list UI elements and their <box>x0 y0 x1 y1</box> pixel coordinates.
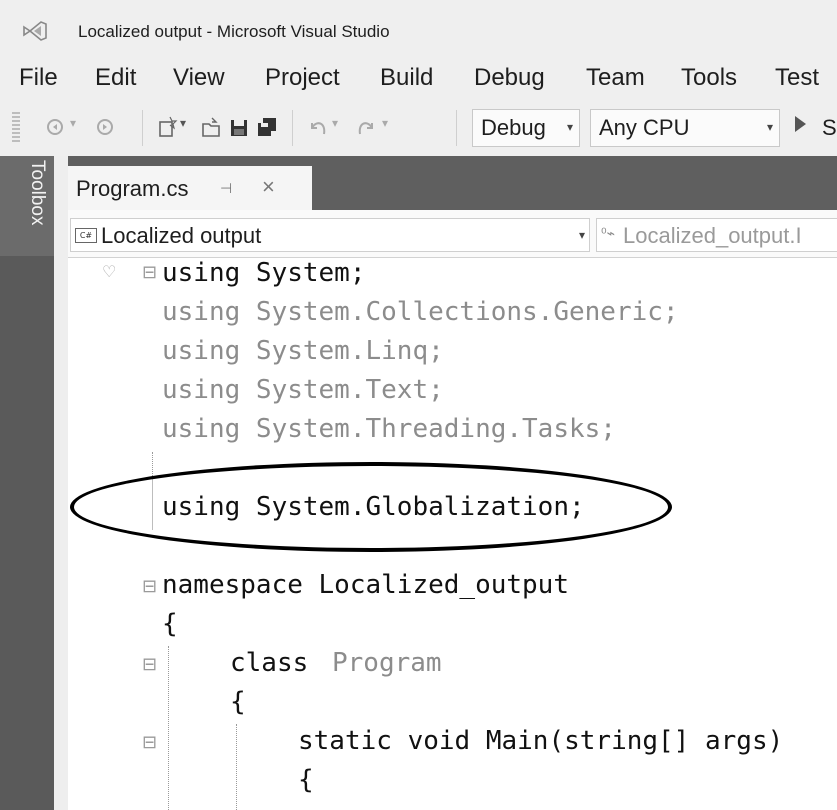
configuration-select[interactable]: Debug ▾ <box>472 109 580 147</box>
collapse-icon[interactable]: ⊟ <box>142 262 157 283</box>
configuration-value: Debug <box>481 115 546 140</box>
project-selector-value: Localized output <box>101 223 262 248</box>
member-selector[interactable]: ⁰⌁ Localized_output.I <box>596 218 837 252</box>
toolbar-separator <box>456 110 457 146</box>
code-line-10: { <box>162 609 178 639</box>
code-line-11-name: Program <box>332 648 442 678</box>
back-dropdown-icon[interactable]: ▾ <box>70 116 92 142</box>
redo-icon[interactable] <box>356 114 378 140</box>
chevron-down-icon: ▾ <box>579 228 586 242</box>
chevron-down-icon: ▾ <box>766 120 773 134</box>
visual-studio-logo-icon <box>23 21 47 41</box>
toolbar-separator <box>292 110 293 146</box>
menu-view[interactable]: View <box>173 64 225 92</box>
start-button-label[interactable]: S <box>822 115 837 141</box>
menu-bar: File Edit View Project Build Debug Team … <box>0 58 837 100</box>
code-line-4: using System.Text; <box>162 375 444 405</box>
forward-icon[interactable] <box>94 114 116 140</box>
code-line-1: using System; <box>162 258 366 288</box>
csharp-project-icon: C# <box>75 228 97 243</box>
menu-edit[interactable]: Edit <box>95 64 136 92</box>
toolbox-tab-label[interactable]: Toolbox <box>8 160 48 250</box>
indent-guide <box>168 646 169 810</box>
menu-team[interactable]: Team <box>586 64 645 92</box>
save-all-icon[interactable] <box>256 114 278 140</box>
new-project-icon[interactable] <box>156 114 178 140</box>
platform-value: Any CPU <box>599 115 690 140</box>
collapse-icon[interactable]: ⊟ <box>142 654 157 675</box>
title-bar: Localized output - Microsoft Visual Stud… <box>0 0 837 58</box>
save-icon[interactable] <box>228 114 250 140</box>
code-line-9: namespace Localized_output <box>162 570 569 600</box>
lightbulb-icon[interactable]: ♡ <box>102 262 116 282</box>
toolbar-separator <box>142 110 143 146</box>
platform-select[interactable]: Any CPU ▾ <box>590 109 780 147</box>
code-line-2: using System.Collections.Generic; <box>162 297 679 327</box>
highlight-ellipse <box>70 462 672 552</box>
code-line-3: using System.Linq; <box>162 336 444 366</box>
code-line-5: using System.Threading.Tasks; <box>162 414 616 444</box>
navigation-bar: C# Localized output ▾ ⁰⌁ Localized_outpu… <box>68 210 837 258</box>
member-selector-value: Localized_output.I <box>623 223 802 248</box>
project-selector[interactable]: C# Localized output ▾ <box>70 218 590 252</box>
redo-dropdown-icon[interactable]: ▾ <box>382 116 404 142</box>
dock-divider <box>54 156 68 810</box>
open-file-icon[interactable] <box>200 114 222 140</box>
menu-build[interactable]: Build <box>380 64 433 92</box>
code-line-11-keyword: class <box>230 648 309 678</box>
tab-label: Program.cs <box>76 176 189 201</box>
chevron-down-icon: ▾ <box>566 120 573 134</box>
code-line-13: static void Main(string[] args) <box>298 726 784 756</box>
close-icon[interactable]: × <box>262 174 275 200</box>
undo-icon[interactable] <box>306 114 328 140</box>
indent-guide <box>236 724 237 810</box>
collapse-icon[interactable]: ⊟ <box>142 576 157 597</box>
toolbar-grip[interactable] <box>12 112 20 144</box>
menu-debug[interactable]: Debug <box>474 64 545 92</box>
new-dropdown-icon[interactable]: ▾ <box>180 116 202 142</box>
code-line-12: { <box>230 687 246 717</box>
menu-test[interactable]: Test <box>775 64 819 92</box>
pin-icon[interactable]: ⊣ <box>220 180 232 197</box>
start-play-icon[interactable] <box>795 116 806 132</box>
collapse-icon[interactable]: ⊟ <box>142 732 157 753</box>
undo-dropdown-icon[interactable]: ▾ <box>332 116 354 142</box>
back-icon[interactable] <box>44 114 66 140</box>
menu-file[interactable]: File <box>19 64 58 92</box>
class-member-icon: ⁰⌁ <box>601 225 616 241</box>
tab-program-cs[interactable]: Program.cs ⊣ × <box>68 166 312 210</box>
toolbar: ▾ ▾ ▾ ▾ Debug ▾ Any CPU ▾ S <box>0 100 837 156</box>
menu-tools[interactable]: Tools <box>681 64 737 92</box>
menu-project[interactable]: Project <box>265 64 340 92</box>
code-line-14: { <box>298 765 314 795</box>
window-title: Localized output - Microsoft Visual Stud… <box>78 22 390 41</box>
